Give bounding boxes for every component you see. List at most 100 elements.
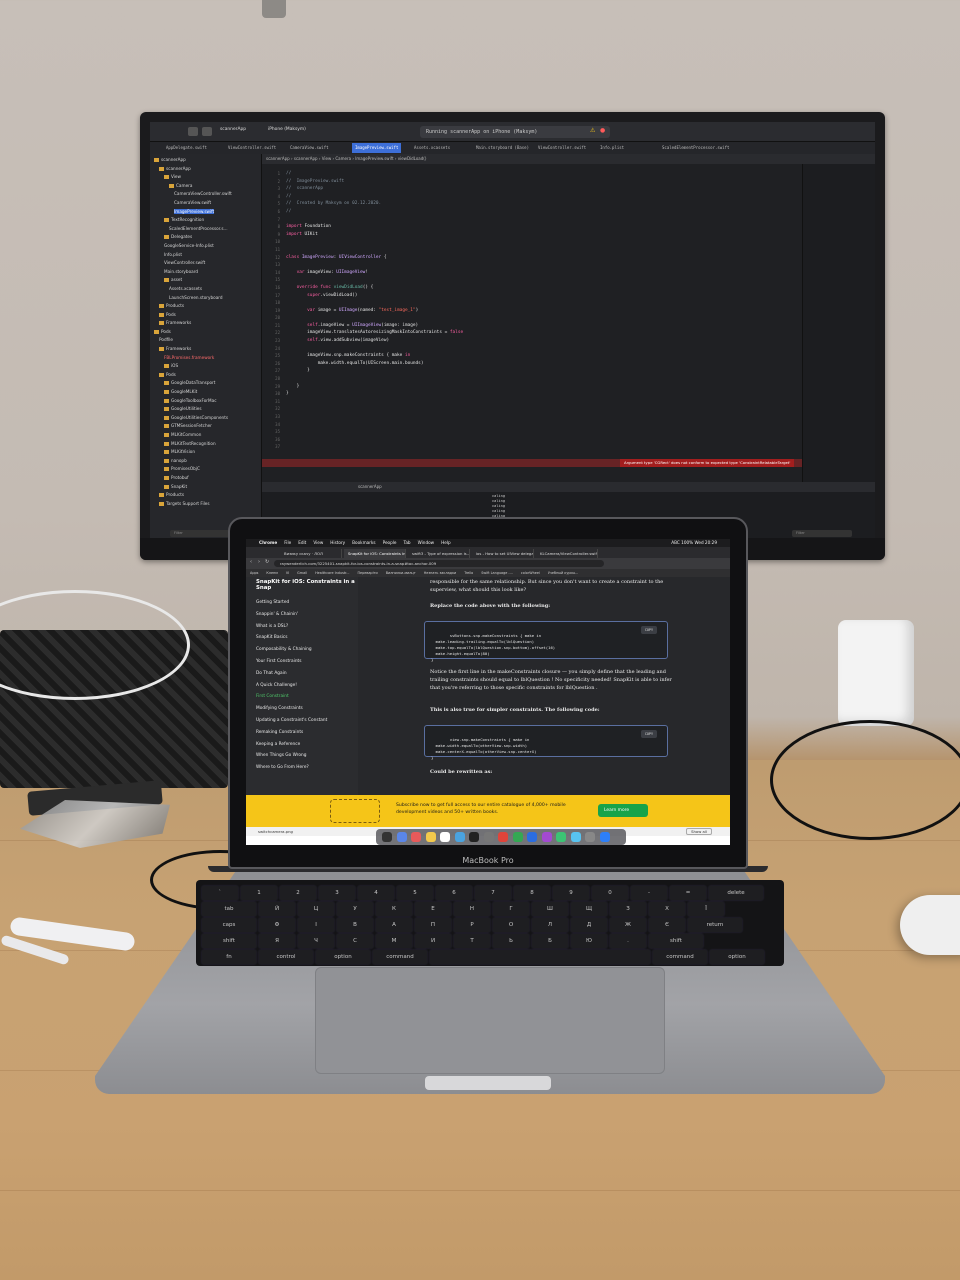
keyboard-key[interactable]: 2 [280,886,316,900]
menu-item[interactable]: Window [418,540,435,545]
navigator-item[interactable]: CameraView.swift [154,199,261,208]
navigator-item[interactable]: GoogleMLKit [154,388,261,397]
keyboard-key[interactable]: 4 [358,886,394,900]
editor-tab[interactable]: ViewController.swift [228,143,276,153]
dock-app-icon[interactable] [498,832,508,842]
navigator-item[interactable]: TextRecognition [154,216,261,225]
menu-item[interactable]: People [383,540,397,545]
editor-tab[interactable]: Assets.xcassets [414,143,450,153]
navigator-item[interactable]: Podfile [154,336,261,345]
keyboard-key[interactable]: 5 [397,886,433,900]
dock-app-icon[interactable] [425,832,436,842]
dock-app-icon[interactable] [483,832,494,842]
menu-item[interactable]: Bookmarks [352,540,375,545]
keyboard-key[interactable]: Є [649,918,685,932]
navigator-item[interactable]: Assets.xcassets [154,285,261,294]
code-editor[interactable]: 1 2 3 4 5 6 7 8 9 10 11 12 13 14 15 16 1… [262,164,802,482]
keyboard-key[interactable]: return [688,918,742,932]
bookmark-item[interactable]: Healthcare Industr... [315,571,349,575]
keyboard-key[interactable]: 9 [553,886,589,900]
toc-item[interactable]: What is a DSL? [256,621,327,633]
learn-more-button[interactable]: Learn more [598,804,648,817]
navigator-item[interactable]: iOS [154,362,261,371]
dock-app-icon[interactable] [411,832,421,842]
keyboard-key[interactable]: Щ [571,902,607,916]
keyboard-key[interactable]: command [373,950,427,964]
dock-app-icon[interactable] [382,832,392,842]
editor-tab[interactable]: Info.plist [600,143,624,153]
keyboard-key[interactable]: Ц [298,902,334,916]
back-icon[interactable]: ‹ [250,559,252,565]
keyboard-key[interactable]: option [710,950,764,964]
menu-item[interactable]: Edit [298,540,306,545]
keyboard-key[interactable]: option [316,950,370,964]
keyboard-key[interactable]: Й [259,902,295,916]
navigator-item[interactable]: GoogleUtilities [154,405,261,414]
keyboard-key[interactable]: К [376,902,412,916]
bookmark-item[interactable]: Вилнилки-милцт [386,571,416,575]
browser-tab[interactable]: Визику скачу · ЛОЛ [280,549,342,558]
navigator-item[interactable]: MLKitVision [154,448,261,457]
keyboard-key[interactable] [430,950,650,964]
dock-app-icon[interactable] [512,832,523,842]
jump-bar[interactable]: scannerApp › scannerApp › View › Camera … [262,154,875,164]
toc-item[interactable]: Snappin' & Chainin' [256,609,327,621]
keyboard-key[interactable]: = [670,886,706,900]
keyboard-key[interactable]: Т [454,934,490,948]
keyboard-key[interactable]: 7 [475,886,511,900]
bookmark-item[interactable]: Gmail [297,571,307,575]
navigator-item[interactable]: LaunchScreen.storyboard [154,294,261,303]
keyboard-key[interactable]: Г [493,902,529,916]
editor-tab[interactable]: ImagePreview.swift [352,143,402,153]
navigator-item[interactable]: GoogleService-Info.plist [154,242,261,251]
navigator-item[interactable]: FBLPromises.framework [154,354,261,363]
keyboard-key[interactable]: ` [202,886,238,900]
navigator-item[interactable]: Delegates [154,233,261,242]
keyboard-key[interactable]: Ж [610,918,646,932]
navigator-item[interactable]: Products [154,302,261,311]
navigator-item[interactable]: Pods [154,328,261,337]
keyboard-key[interactable]: Ю [571,934,607,948]
toc-item[interactable]: SnapKit Basics [256,632,327,644]
navigator-item[interactable]: scannerApp [154,156,261,165]
keyboard-key[interactable]: - [631,886,667,900]
keyboard-key[interactable]: Д [571,918,607,932]
editor-tab[interactable]: Main.storyboard (Base) [476,143,529,153]
keyboard-key[interactable]: И [415,934,451,948]
navigator-item[interactable]: GoogleUtilitiesComponents [154,414,261,423]
navigator-item[interactable]: Protobuf [154,474,261,483]
menu-item[interactable]: Tab [404,540,411,545]
bookmark-item[interactable]: Клепм [266,571,277,575]
keyboard-key[interactable]: Я [259,934,295,948]
keyboard-key[interactable]: Н [454,902,490,916]
navigator-item[interactable]: GTMSessionFetcher [154,422,261,431]
dock-app-icon[interactable] [570,832,581,842]
console-filter[interactable]: Filter [792,530,852,537]
navigator-item[interactable]: ScaledElementProcessor.s... [154,225,261,234]
navigator-item[interactable]: GoogleDataTransport [154,379,261,388]
keyboard-key[interactable]: Ф [259,918,295,932]
bookmark-item[interactable]: Незнать закладки [424,571,457,575]
toc-item[interactable]: Composability & Chaining [256,644,327,656]
bookmark-item[interactable]: colorWheel [521,571,540,575]
keyboard-key[interactable]: Х [649,902,685,916]
menu-item[interactable]: Help [441,540,451,545]
toc-item[interactable]: Modifying Constraints [256,703,327,715]
keyboard-key[interactable]: Ш [532,902,568,916]
keyboard-key[interactable]: . [610,934,646,948]
dock-app-icon[interactable] [454,832,465,842]
error-message[interactable]: Argument type 'CGRect' does not conform … [620,459,795,467]
toc-item[interactable]: Updating a Constraint's Constant [256,715,327,727]
minimap[interactable] [802,164,875,482]
stop-icon[interactable] [202,127,212,136]
copy-button[interactable]: COPY [640,626,657,634]
keyboard-key[interactable]: fn [202,950,256,964]
error-icon[interactable]: ● [600,127,605,134]
reload-icon[interactable]: ↻ [265,559,269,565]
keyboard-key[interactable]: О [493,918,529,932]
dock-app-icon[interactable] [527,832,537,842]
bookmark-item[interactable]: Учебный курсы... [548,571,578,575]
navigator-item[interactable]: Camera [154,182,261,191]
keyboard[interactable]: ` 1 2 3 4 5 6 7 8 9 0- = delete tab Й Ц У К Е Н Г Ш Щ З Х Їcaps Ф І… [196,880,784,966]
toc-item[interactable]: A Quick Challenge! [256,680,327,692]
